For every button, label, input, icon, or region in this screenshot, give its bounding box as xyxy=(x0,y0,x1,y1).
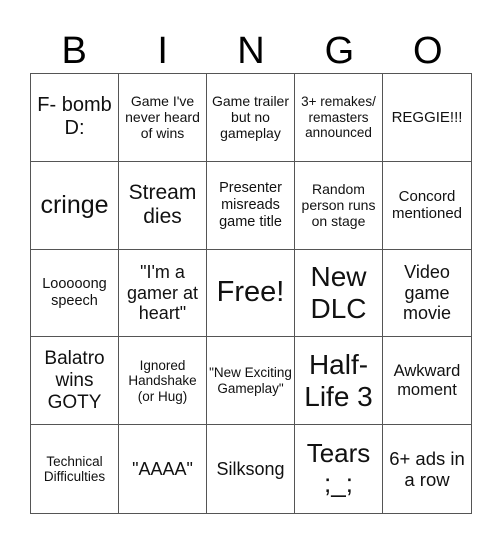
bingo-cell[interactable]: Awkward moment xyxy=(383,337,471,426)
bingo-cell[interactable]: F- bomb D: xyxy=(31,74,119,162)
bingo-cell[interactable]: 3+ remakes/ remasters announced xyxy=(295,74,383,162)
header-letter-i: I xyxy=(157,30,168,72)
bingo-card: F- bomb D: Game I've never heard of wins… xyxy=(30,73,472,514)
bingo-cell[interactable]: cringe xyxy=(31,161,119,250)
bingo-cell[interactable]: Random person runs on stage xyxy=(295,161,383,250)
bingo-free-space[interactable]: Free! xyxy=(207,249,295,338)
bingo-cell[interactable]: "I'm a gamer at heart" xyxy=(119,249,207,338)
bingo-cell[interactable]: Balatro wins GOTY xyxy=(31,337,119,426)
header-letter-o: O xyxy=(413,30,443,72)
bingo-cell[interactable]: Game I've never heard of wins xyxy=(119,74,207,162)
bingo-cell[interactable]: Tears ;_; xyxy=(295,425,383,513)
bingo-cell[interactable]: Technical Difficulties xyxy=(31,425,119,513)
bingo-cell[interactable]: Looooong speech xyxy=(31,249,119,338)
bingo-cell[interactable]: Silksong xyxy=(207,425,295,513)
bingo-cell[interactable]: Presenter misreads game title xyxy=(207,161,295,250)
bingo-cell[interactable]: Concord mentioned xyxy=(383,162,471,250)
bingo-cell[interactable]: Half- Life 3 xyxy=(295,337,383,426)
bingo-cell[interactable]: REGGIE!!! xyxy=(383,74,471,162)
bingo-cell[interactable]: 6+ ads in a row xyxy=(383,425,471,513)
bingo-cell[interactable]: New DLC xyxy=(295,249,383,338)
bingo-cell[interactable]: Game trailer but no gameplay xyxy=(207,74,295,162)
bingo-cell[interactable]: Stream dies xyxy=(119,161,207,250)
bingo-header: B I N G O xyxy=(30,28,472,74)
bingo-cell[interactable]: "AAAA" xyxy=(119,425,207,513)
header-letter-g: G xyxy=(324,30,355,72)
bingo-cell[interactable]: Video game movie xyxy=(383,250,471,338)
bingo-cell[interactable]: "New Exciting Gameplay" xyxy=(207,337,295,426)
header-letter-b: B xyxy=(61,30,87,72)
header-letter-n: N xyxy=(237,30,265,72)
bingo-cell[interactable]: Ignored Handshake (or Hug) xyxy=(119,337,207,426)
